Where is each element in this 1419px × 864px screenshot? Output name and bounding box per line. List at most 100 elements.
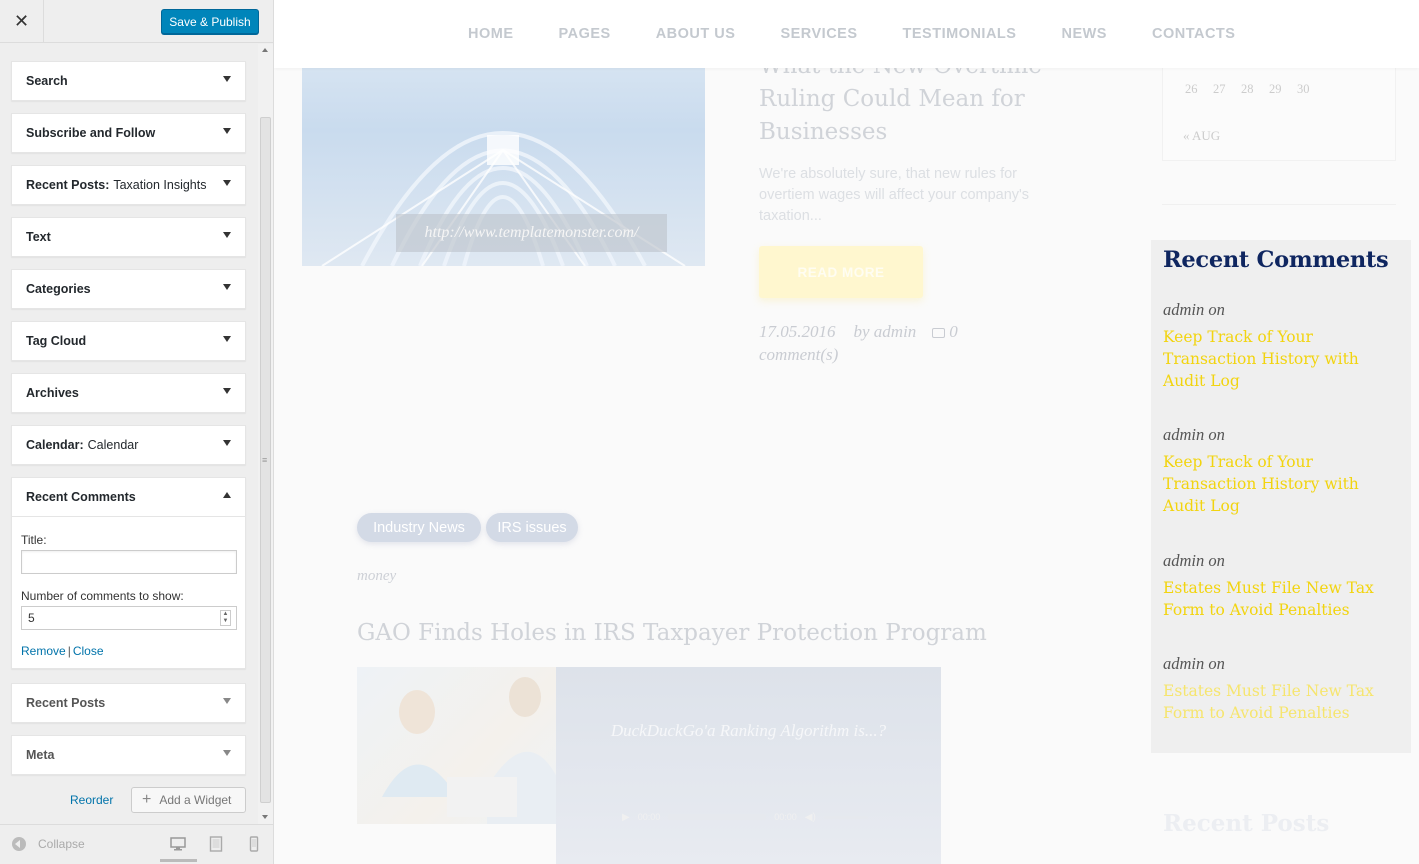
calendar-day[interactable]: 27 [1213,82,1241,97]
expand-arrow-icon[interactable] [223,180,231,186]
expand-arrow-icon[interactable] [223,128,231,134]
save-publish-button[interactable]: Save & Publish [161,9,259,34]
collapse-arrow-icon[interactable] [223,492,231,498]
mobile-preview-icon[interactable] [245,835,263,853]
widget-header[interactable]: Categories [12,270,245,308]
player-controls: ▶ 00:00 00:00 ◀) [622,811,882,823]
volume-slider[interactable] [823,815,868,819]
comment-post-link[interactable]: Estates Must File New Tax Form to Avoid … [1163,577,1403,621]
comment-item: admin on Keep Track of Your Transaction … [1163,425,1403,517]
widget-title: Subscribe and Follow [26,126,156,140]
tag-irs-issues[interactable]: IRS issues [486,513,578,542]
panel-scrollbar[interactable]: ≡ [258,44,273,824]
expand-arrow-icon[interactable] [223,698,231,704]
site-navigation: HOME PAGES ABOUT US SERVICES TESTIMONIAL… [274,0,1419,68]
nav-item-home[interactable]: HOME [468,26,514,42]
comment-post-link[interactable]: Keep Track of Your Transaction History w… [1163,326,1403,392]
tag-industry-news[interactable]: Industry News [357,513,481,542]
divider [1162,204,1396,205]
tablet-preview-icon[interactable] [207,835,225,853]
player-title: DuckDuckGo'a Ranking Algorithm is...? [610,721,887,740]
nav-item-news[interactable]: NEWS [1061,26,1107,42]
post-author[interactable]: by admin [854,322,917,341]
nav-item-services[interactable]: SERVICES [780,26,857,42]
scrollbar-thumb[interactable]: ≡ [260,117,271,803]
comment-label[interactable]: comment(s) [759,345,838,364]
expand-arrow-icon[interactable] [223,388,231,394]
widget-recent-posts[interactable]: Recent Posts [11,683,246,723]
widget-form: Title: Number of comments to show: 5 ▲ ▼ … [12,516,245,668]
widget-calendar[interactable]: Calendar: Calendar [11,425,246,465]
post-image[interactable]: http://www.templatemonster.com/ [302,40,705,266]
reorder-link[interactable]: Reorder [70,793,113,807]
widget-meta[interactable]: Meta [11,735,246,775]
customizer-footer: Collapse [0,824,273,864]
widget-header[interactable]: Recent Comments [12,478,245,516]
scroll-down-arrow-icon[interactable] [262,815,268,819]
widget-title: Meta [26,748,55,762]
nav-item-pages[interactable]: PAGES [559,26,611,42]
calendar-day[interactable]: 26 [1185,82,1213,97]
play-icon[interactable]: ▶ [622,812,630,823]
collapse-button[interactable]: Collapse [12,837,85,851]
scroll-up-arrow-icon[interactable] [262,48,268,52]
post-date[interactable]: 17.05.2016 [759,322,836,341]
post-title[interactable]: GAO Finds Holes in IRS Taxpayer Protecti… [357,620,987,646]
widget-header[interactable]: Tag Cloud [12,322,245,360]
expand-arrow-icon[interactable] [223,336,231,342]
widget-header[interactable]: Meta [12,736,245,774]
calendar-day[interactable]: 29 [1269,82,1297,97]
volume-icon[interactable]: ◀) [805,812,816,823]
expand-arrow-icon[interactable] [223,284,231,290]
widget-header[interactable]: Recent Posts [12,684,245,722]
spinner-arrows-icon[interactable]: ▲ ▼ [220,610,231,626]
widget-recent-posts-taxation[interactable]: Recent Posts: Taxation Insights [11,165,246,205]
widget-subtitle: Taxation Insights [113,178,207,192]
add-widget-button[interactable]: + Add a Widget [131,787,246,813]
title-input[interactable] [21,550,237,574]
comment-count-stepper[interactable]: 5 ▲ ▼ [21,606,237,630]
post-category[interactable]: money [357,568,396,585]
calendar-day[interactable]: 30 [1297,82,1325,97]
image-caption: http://www.templatemonster.com/ [396,214,667,252]
nav-item-contacts[interactable]: CONTACTS [1152,26,1235,42]
comment-count[interactable]: 0 [949,322,958,341]
audio-player[interactable]: DuckDuckGo'a Ranking Algorithm is...? ▶ … [556,667,941,864]
comment-count-value: 5 [28,611,35,625]
comment-post-link[interactable]: Estates Must File New Tax Form to Avoid … [1163,680,1403,724]
widget-subscribe-follow[interactable]: Subscribe and Follow [11,113,246,153]
remove-link[interactable]: Remove [21,644,66,658]
widget-tag-cloud[interactable]: Tag Cloud [11,321,246,361]
widget-text[interactable]: Text [11,217,246,257]
progress-bar[interactable] [668,814,767,820]
close-link[interactable]: Close [73,644,104,658]
widget-header[interactable]: Search [12,62,245,100]
desktop-preview-icon[interactable] [160,835,197,862]
widget-search[interactable]: Search [11,61,246,101]
widget-header[interactable]: Text [12,218,245,256]
widget-archives[interactable]: Archives [11,373,246,413]
widget-title: Recent Comments [26,490,136,504]
expand-arrow-icon[interactable] [223,440,231,446]
widget-header[interactable]: Recent Posts: Taxation Insights [12,166,245,204]
post-image[interactable] [357,667,557,824]
nav-item-about-us[interactable]: ABOUT US [656,26,736,42]
expand-arrow-icon[interactable] [223,232,231,238]
widget-header[interactable]: Subscribe and Follow [12,114,245,152]
close-customizer-button[interactable]: ✕ [0,0,44,43]
plus-icon: + [142,791,152,808]
expand-arrow-icon[interactable] [223,76,231,82]
widget-header[interactable]: Archives [12,374,245,412]
widget-header[interactable]: Calendar: Calendar [12,426,245,464]
add-widget-label: Add a Widget [159,793,232,807]
calendar-prev-month-link[interactable]: « AUG [1183,128,1220,144]
expand-arrow-icon[interactable] [223,750,231,756]
widget-categories[interactable]: Categories [11,269,246,309]
calendar-days: 26 27 28 29 30 [1185,82,1325,97]
comment-count-label: Number of comments to show: [21,589,184,603]
calendar-day[interactable]: 28 [1241,82,1269,97]
nav-item-testimonials[interactable]: TESTIMONIALS [903,26,1017,42]
read-more-button[interactable]: READ MORE [759,246,923,298]
widget-recent-comments[interactable]: Recent Comments Title: Number of comment… [11,477,246,669]
comment-post-link[interactable]: Keep Track of Your Transaction History w… [1163,451,1403,517]
